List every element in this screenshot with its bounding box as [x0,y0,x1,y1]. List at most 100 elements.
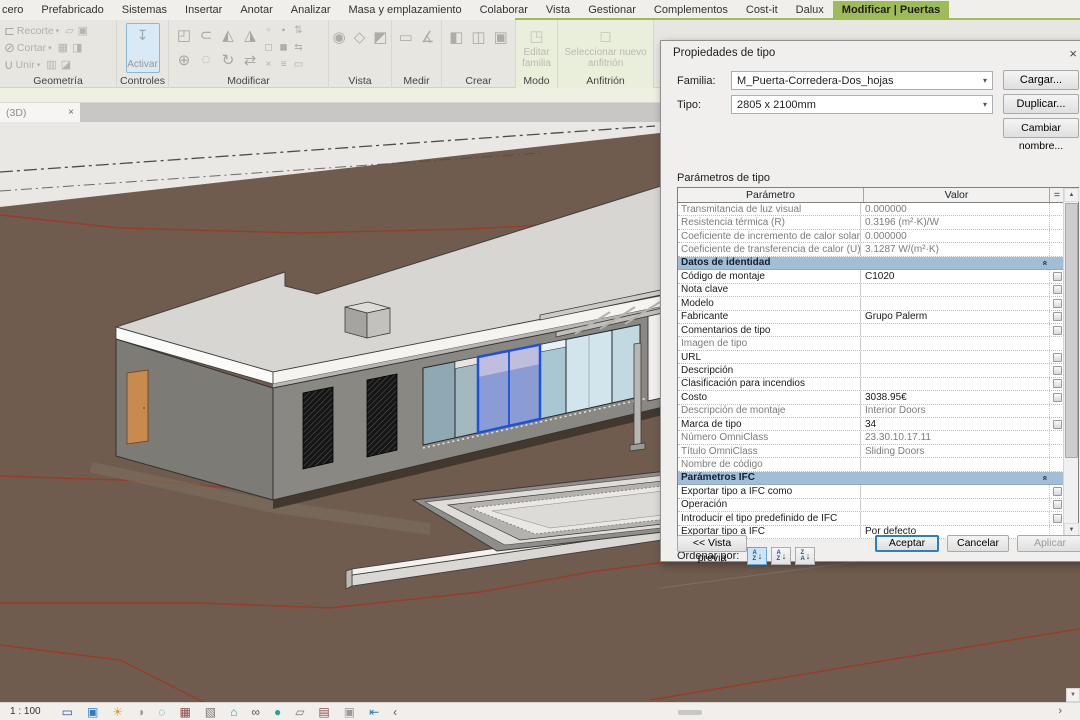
dialog-titlebar[interactable]: Propiedades de tipo × [661,41,1080,65]
dialog-close-icon[interactable]: × [1069,46,1077,61]
temporary-view-properties-icon[interactable]: ▱ [295,704,304,720]
reveal-hidden-elements-icon[interactable]: ● [274,704,281,720]
sketchy-lines-icon[interactable]: ◌ [158,704,165,720]
param-value[interactable] [861,458,1049,470]
table-row[interactable]: Marca de tipo 34 « [678,418,1064,431]
hscroll-thumb[interactable] [678,710,702,715]
table-row[interactable]: Introducir el tipo predefinido de IFC « [678,512,1064,525]
table-row[interactable]: Exportar tipo a IFC como « [678,485,1064,498]
view-tab-3d[interactable]: (3D) × [0,103,80,122]
hscroll-right-arrow[interactable]: › [1058,705,1062,717]
param-value[interactable] [861,297,1049,309]
split-icon[interactable]: ⇆ [294,42,302,53]
aplicar-button[interactable]: Aplicar [1017,535,1080,552]
dividir-icon[interactable]: ◪ [61,58,71,71]
associate-param-button[interactable] [1053,299,1062,308]
scroll-up-icon[interactable]: ▲ [1064,188,1079,202]
ribbon-tab[interactable]: cero [0,1,32,20]
familia-select[interactable]: M_Puerta-Corredera-Dos_hojas ▾ [731,71,993,90]
ruler-icon[interactable]: ▭ [399,28,413,46]
param-value[interactable] [861,499,1049,511]
cargar-button[interactable]: Cargar... [1003,70,1079,90]
pintura-icon[interactable]: ◨ [72,41,82,54]
associate-param-button[interactable] [1053,500,1062,509]
aceptar-button[interactable]: Aceptar [875,535,939,552]
param-value[interactable]: Interior Doors [861,405,1049,417]
table-row[interactable]: Coeficiente de incremento de calor solar… [678,230,1064,243]
show-crop-region-icon[interactable]: ▧ [205,704,216,720]
ribbon-tab[interactable]: Insertar [176,1,231,20]
copy-tool-icon[interactable]: ◌ [202,51,211,68]
create-group-icon[interactable]: ◫ [471,28,485,46]
displaced-elements-icon[interactable]: ▤ [318,704,329,720]
param-value[interactable]: 3.1287 W/(m²·K) [861,243,1049,255]
associate-param-button[interactable] [1053,366,1062,375]
table-row[interactable]: Parámetros IFC « [678,472,1064,485]
collapse-section-icon[interactable]: « [1040,260,1050,265]
param-value[interactable] [861,337,1049,349]
constraints-icon[interactable]: ⇤ [369,704,379,720]
cancelar-button[interactable]: Cancelar [947,535,1009,552]
unpin-icon[interactable]: ◻ [264,42,272,53]
param-value[interactable] [861,378,1049,390]
demoler-icon[interactable]: ▦ [58,41,68,54]
table-row[interactable]: Nombre de código « [678,458,1064,471]
ribbon-tab[interactable]: Analizar [282,1,340,20]
param-value[interactable]: 3038.95€ [861,391,1049,403]
detail-level-icon[interactable]: ▭ [62,704,73,720]
table-row[interactable]: Nota clave « [678,284,1064,297]
close-view-icon[interactable]: × [68,107,74,118]
editar-familia-button[interactable]: ◳ Editar familia [520,22,553,74]
pin-element-icon[interactable]: ⇅ [294,25,302,36]
param-value[interactable] [861,485,1049,497]
table-row[interactable]: Costo 3038.95€ « [678,391,1064,404]
activar-cotas-button[interactable]: ↧ Activar [126,23,160,73]
table-row[interactable]: Descripción « [678,364,1064,377]
paste-icon[interactable]: ▱ [65,24,73,37]
param-value[interactable] [861,324,1049,336]
ribbon-tab[interactable]: Anotar [231,1,281,20]
table-row[interactable]: Coeficiente de transferencia de calor (U… [678,243,1064,256]
table-row[interactable]: Comentarios de tipo « [678,324,1064,337]
offset-icon[interactable]: ⊂ [200,26,213,44]
associate-param-button[interactable] [1053,514,1062,523]
cortar-button[interactable]: ⊘Cortar▾▦◨ [4,39,112,56]
associate-param-button[interactable] [1053,285,1062,294]
match-icon[interactable]: ≡ [281,59,287,70]
scale-icon[interactable]: ▪ [282,25,286,36]
temporary-hide-isolate-icon[interactable]: ∞ [251,704,260,720]
modify-corner-icon[interactable]: ◰ [177,26,191,44]
delete-icon[interactable]: × [266,59,272,70]
duplicar-button[interactable]: Duplicar... [1003,94,1079,114]
canvas-vscroll-down[interactable]: ▼ [1066,688,1080,702]
param-value[interactable]: 23.30.10.17.11 [861,431,1049,443]
vista-previa-button[interactable]: << Vista previa [677,535,747,552]
associate-param-button[interactable] [1053,420,1062,429]
override-icon[interactable]: ◇ [354,28,366,46]
table-row[interactable]: Código de montaje C1020 « [678,270,1064,283]
visual-style-icon[interactable]: ▣ [87,704,98,720]
worksharing-display-icon[interactable]: ▣ [344,704,355,720]
table-row[interactable]: Título OmniClass Sliding Doors « [678,445,1064,458]
param-value[interactable]: Sliding Doors [861,445,1049,457]
table-row[interactable]: Operación « [678,499,1064,512]
table-row[interactable]: Transmitancia de luz visual 0.000000 « [678,203,1064,216]
seleccionar-anfitrion-button[interactable]: ◻ Seleccionar nuevo anfitrión [562,22,649,74]
ribbon-tab[interactable]: Masa y emplazamiento [340,1,471,20]
param-value[interactable] [861,351,1049,363]
angle-measure-icon[interactable]: ∡ [421,28,434,46]
table-row[interactable]: Clasificación para incendios « [678,378,1064,391]
param-value[interactable]: C1020 [861,270,1049,282]
recorte-button[interactable]: ⊏Recorte▾▱▣ [4,22,112,39]
associate-param-button[interactable] [1053,312,1062,321]
table-row[interactable]: Descripción de montaje Interior Doors « [678,405,1064,418]
param-value[interactable]: 34 [861,418,1049,430]
table-scrollbar[interactable]: ▲ ▼ [1063,188,1078,537]
param-value[interactable]: 0.3196 (m²·K)/W [861,216,1049,228]
locked-3d-view-icon[interactable]: ⌂ [230,704,237,720]
table-row[interactable]: URL « [678,351,1064,364]
associate-param-button[interactable] [1053,353,1062,362]
collapse-section-icon[interactable]: « [1040,475,1050,480]
associate-param-button[interactable] [1053,379,1062,388]
scrollbar-thumb[interactable] [1065,203,1078,458]
